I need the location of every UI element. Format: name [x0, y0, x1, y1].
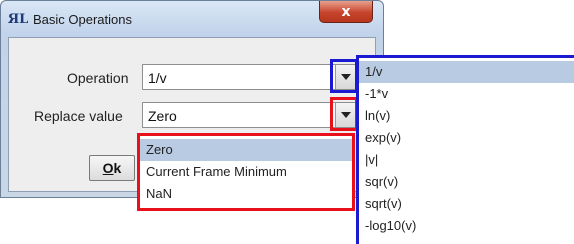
ok-button[interactable]: Ok — [89, 155, 135, 181]
replace-value: Zero — [148, 108, 177, 124]
operation-label: Operation — [67, 70, 129, 86]
operation-option-ln[interactable]: ln(v) — [359, 105, 574, 127]
close-button[interactable]: x — [319, 1, 373, 23]
replace-option-current-frame-minimum[interactable]: Current Frame Minimum — [140, 161, 352, 183]
operation-option-sqr[interactable]: sqr(v) — [359, 171, 574, 193]
window-title: Basic Operations — [33, 12, 132, 27]
operation-option-abs[interactable]: |v| — [359, 149, 574, 171]
replace-option-zero[interactable]: Zero — [140, 139, 352, 161]
operation-option-negate[interactable]: -1*v — [359, 83, 574, 105]
operation-option-exp[interactable]: exp(v) — [359, 127, 574, 149]
replace-dropdown-list: Zero Current Frame Minimum NaN — [140, 139, 352, 205]
replace-value-combo[interactable]: Zero — [142, 102, 356, 128]
operation-option-sqrt[interactable]: sqrt(v) — [359, 193, 574, 215]
ok-mnemonic: O — [102, 160, 114, 176]
ok-label: k — [113, 160, 122, 176]
replace-dropdown-popup: Zero Current Frame Minimum NaN — [137, 133, 355, 211]
replace-option-nan[interactable]: NaN — [140, 183, 352, 205]
close-icon: x — [341, 3, 351, 20]
app-icon: ЯL — [7, 11, 29, 27]
replace-value-label: Replace value — [34, 108, 123, 124]
operation-option-reciprocal[interactable]: 1/v — [359, 61, 574, 83]
operation-value: 1/v — [148, 70, 167, 86]
title-bar[interactable]: ЯL Basic Operations x — [1, 1, 383, 37]
replace-arrow-highlight — [330, 97, 358, 131]
operation-arrow-highlight — [330, 59, 358, 93]
operation-dropdown-popup: 1/v -1*v ln(v) exp(v) |v| sqr(v) sqrt(v)… — [356, 55, 574, 244]
operation-combo[interactable]: 1/v — [142, 64, 356, 90]
operation-option-neg-log10[interactable]: -log10(v) — [359, 215, 574, 237]
operation-dropdown-list: 1/v -1*v ln(v) exp(v) |v| sqr(v) sqrt(v)… — [359, 61, 574, 237]
